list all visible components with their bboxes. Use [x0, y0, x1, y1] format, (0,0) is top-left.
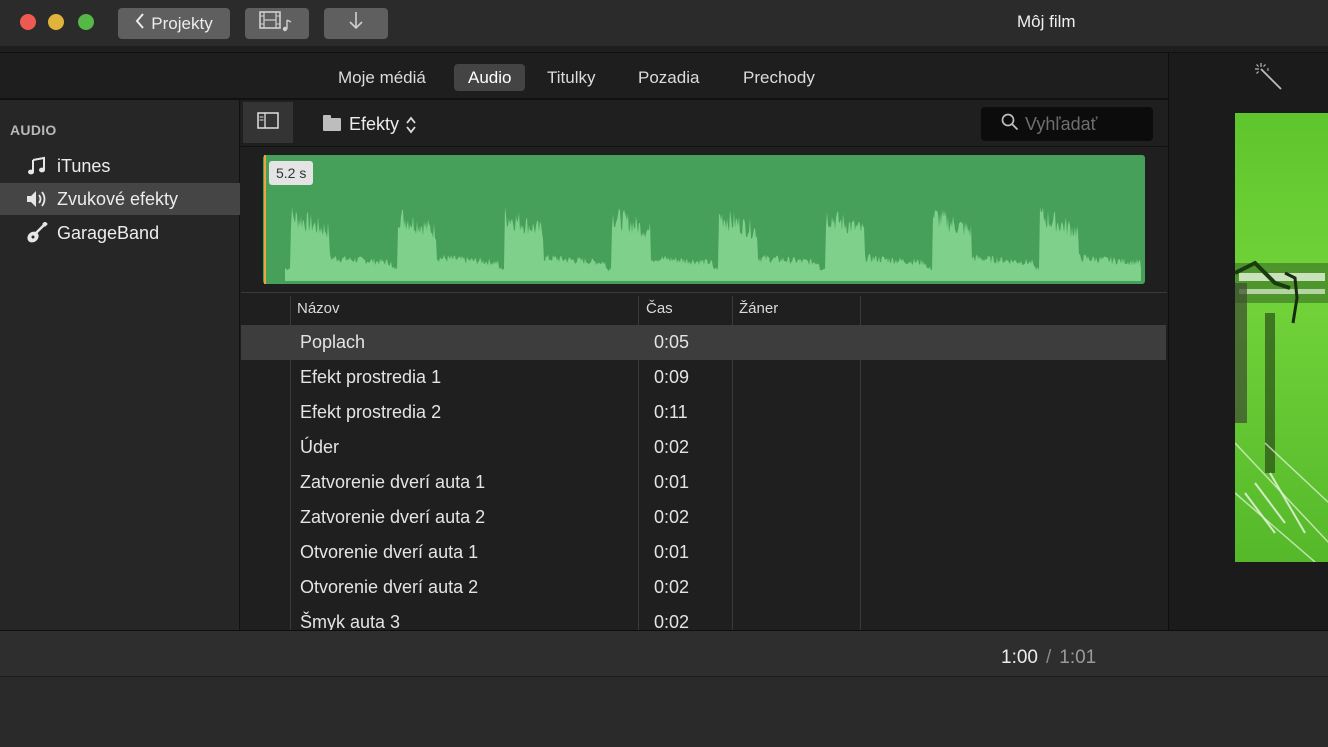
maximize-window-button[interactable]: [78, 14, 94, 30]
sidebar-item-garageband[interactable]: GarageBand: [0, 217, 240, 249]
chevron-left-icon: [135, 13, 145, 34]
table-row[interactable]: Šmyk auta 3 0:02: [241, 605, 1166, 630]
projects-label: Projekty: [151, 13, 213, 33]
search-icon: [1001, 113, 1019, 136]
minimize-window-button[interactable]: [48, 14, 64, 30]
folder-icon: [323, 115, 341, 131]
sidebar-toggle-icon: [257, 111, 279, 134]
table-row[interactable]: Efekt prostredia 2 0:11: [241, 395, 1166, 430]
sidebar-item-label: iTunes: [57, 155, 111, 176]
table-row[interactable]: Poplach 0:05: [241, 325, 1166, 360]
total-time: 1:01: [1059, 647, 1097, 668]
concert-scene-image: [1235, 260, 1328, 562]
search-field[interactable]: [981, 107, 1155, 141]
row-time: 0:02: [654, 507, 690, 527]
projects-back-button[interactable]: Projekty: [118, 8, 230, 39]
row-name: Zatvorenie dverí auta 1: [300, 472, 486, 492]
close-window-button[interactable]: [20, 14, 36, 30]
folder-popup[interactable]: Efekty: [323, 114, 417, 135]
chevron-updown-icon: [405, 116, 417, 134]
sidebar-item-sound-effects[interactable]: Zvukové efekty: [0, 183, 240, 215]
folder-label: Efekty: [349, 114, 400, 134]
sound-effects-table: Názov Čas Žáner Poplach 0:05 Efekt prostr…: [241, 296, 1167, 630]
timecode-display: 1:00 / 1:01: [1001, 647, 1096, 669]
tab-audio[interactable]: Audio: [454, 64, 526, 91]
toggle-sidebar-button[interactable]: [243, 102, 293, 143]
table-body: Poplach 0:05 Efekt prostredia 1 0:09 Efekt…: [241, 325, 1167, 630]
tab-backgrounds[interactable]: Pozadia: [624, 64, 713, 91]
table-row[interactable]: Otvorenie dverí auta 1 0:01: [241, 535, 1166, 570]
row-time: 0:02: [654, 437, 690, 457]
sidebar-item-itunes[interactable]: iTunes: [0, 150, 240, 182]
column-header-time[interactable]: Čas: [646, 300, 673, 317]
arrow-down-icon: [348, 11, 364, 36]
divider: [0, 52, 1328, 53]
sidebar-item-label: Zvukové efekty: [57, 188, 179, 209]
divider: [241, 292, 1167, 293]
magic-wand-icon[interactable]: [1255, 63, 1285, 96]
timecode-separator: /: [1045, 647, 1052, 668]
row-name: Otvorenie dverí auta 2: [300, 577, 479, 597]
tab-titles[interactable]: Titulky: [533, 64, 610, 91]
table-row[interactable]: Zatvorenie dverí auta 2 0:02: [241, 500, 1166, 535]
row-name: Šmyk auta 3: [300, 612, 401, 630]
row-name: Úder: [300, 437, 340, 457]
tab-my-media[interactable]: Moje médiá: [324, 64, 440, 91]
search-input[interactable]: [1025, 113, 1155, 135]
sidebar-header: AUDIO: [10, 122, 57, 138]
window-title: Môj film: [1017, 12, 1076, 31]
row-name: Efekt prostredia 1: [300, 367, 442, 387]
row-time: 0:11: [654, 402, 688, 422]
row-name: Poplach: [300, 332, 366, 352]
row-time: 0:05: [654, 332, 690, 352]
row-name: Efekt prostredia 2: [300, 402, 442, 422]
table-row[interactable]: Efekt prostredia 1 0:09: [241, 360, 1166, 395]
table-header: Názov Čas Žáner: [241, 296, 1167, 323]
waveform-shape: [285, 206, 1141, 281]
row-time: 0:02: [654, 577, 690, 597]
film-music-icon: [259, 10, 295, 37]
table-row[interactable]: Otvorenie dverí auta 2 0:02: [241, 570, 1166, 605]
media-browser: Efekty 5.2 s Názov Čas Žáner Poplach 0:05…: [241, 100, 1167, 630]
viewer-pane: [1168, 53, 1328, 630]
video-preview[interactable]: [1235, 113, 1328, 562]
clip-duration-badge: 5.2 s: [269, 161, 314, 185]
column-header-genre[interactable]: Žáner: [739, 300, 778, 317]
project-timeline[interactable]: [0, 676, 1328, 747]
row-time: 0:01: [654, 472, 690, 492]
media-browser-button[interactable]: [245, 8, 309, 39]
table-row[interactable]: Zatvorenie dverí auta 1 0:01: [241, 465, 1166, 500]
import-button[interactable]: [324, 8, 388, 39]
browser-tabs: Moje médiá Audio Titulky Pozadia Prechod…: [0, 64, 1168, 92]
row-name: Zatvorenie dverí auta 2: [300, 507, 486, 527]
tab-transitions[interactable]: Prechody: [729, 64, 829, 91]
playhead[interactable]: [264, 155, 266, 284]
library-sidebar: AUDIO iTunes Zvukové efekty GarageBand: [0, 100, 240, 630]
timecode-bar: 1:00 / 1:01: [0, 631, 1328, 676]
guitar-icon: [24, 222, 50, 244]
column-header-name[interactable]: Názov: [297, 300, 340, 317]
audio-waveform-preview[interactable]: [263, 155, 1145, 284]
row-name: Otvorenie dverí auta 1: [300, 542, 479, 562]
row-time: 0:02: [654, 612, 690, 630]
row-time: 0:09: [654, 367, 690, 387]
sidebar-item-label: GarageBand: [57, 222, 160, 243]
waveform-graphic: [285, 206, 1141, 281]
speaker-icon: [24, 189, 50, 209]
divider: [241, 146, 1167, 147]
table-row[interactable]: Úder 0:02: [241, 430, 1166, 465]
row-time: 0:01: [654, 542, 690, 562]
title-bar: Projekty Môj film: [0, 0, 1328, 46]
music-note-icon: [24, 156, 50, 176]
current-time: 1:00: [1001, 647, 1038, 668]
